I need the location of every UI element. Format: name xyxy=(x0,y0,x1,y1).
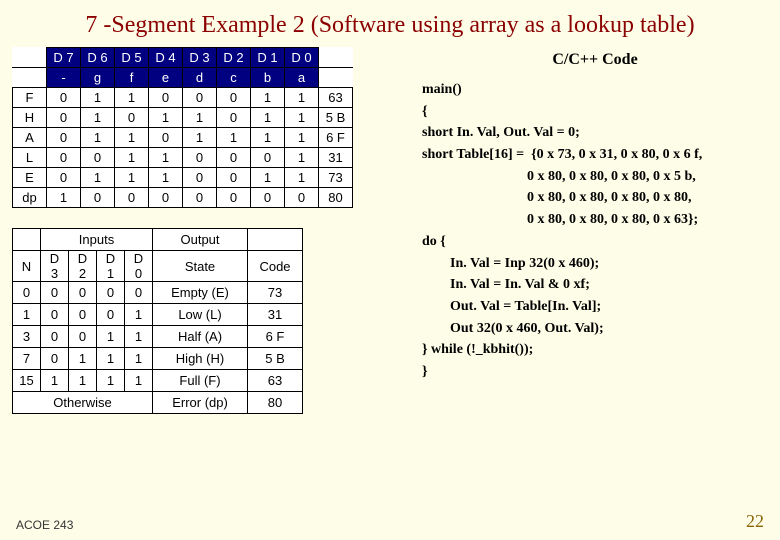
content-area: D 7 D 6 D 5 D 4 D 3 D 2 D 1 D 0 - g f e … xyxy=(0,47,780,414)
cell: d xyxy=(183,68,217,88)
cell: D 0 xyxy=(285,48,319,68)
cell: D 3 xyxy=(183,48,217,68)
right-column: C/C++ Code main() { short In. Val, Out. … xyxy=(412,47,768,414)
cell: D 6 xyxy=(81,48,115,68)
cell xyxy=(319,48,353,68)
left-column: D 7 D 6 D 5 D 4 D 3 D 2 D 1 D 0 - g f e … xyxy=(12,47,412,414)
table-row: Otherwise Error (dp) 80 xyxy=(13,392,303,414)
cell: D 2 xyxy=(217,48,251,68)
cell: a xyxy=(285,68,319,88)
table-header-row: N D 3 D 2 D 1 D 0 State Code xyxy=(13,251,303,282)
table-row: 00000Empty (E)73 xyxy=(13,282,303,304)
code-block: main() { short In. Val, Out. Val = 0; sh… xyxy=(422,79,768,383)
table-row: E0111001173 xyxy=(13,168,353,188)
cell xyxy=(13,48,47,68)
table-row: H010110115 B xyxy=(13,108,353,128)
table-row: 30011Half (A)6 F xyxy=(13,326,303,348)
cell: - xyxy=(47,68,81,88)
cell: b xyxy=(251,68,285,88)
inputs-header: Inputs xyxy=(41,229,153,251)
cell: D 5 xyxy=(115,48,149,68)
table-header-row: Inputs Output xyxy=(13,229,303,251)
cell: f xyxy=(115,68,149,88)
slide-title: 7 -Segment Example 2 (Software using arr… xyxy=(0,0,780,47)
otherwise-label: Otherwise xyxy=(13,392,153,414)
footer-page-number: 22 xyxy=(746,511,764,532)
io-state-table: Inputs Output N D 3 D 2 D 1 D 0 State Co… xyxy=(12,228,303,414)
cell: D 7 xyxy=(47,48,81,68)
footer-course-code: ACOE 243 xyxy=(16,518,73,532)
code-title: C/C++ Code xyxy=(422,47,768,79)
cell: c xyxy=(217,68,251,88)
cell: D 4 xyxy=(149,48,183,68)
table-row: L0011000131 xyxy=(13,148,353,168)
cell: e xyxy=(149,68,183,88)
cell xyxy=(13,68,47,88)
table-header-row: - g f e d c b a xyxy=(13,68,353,88)
table-row: F0110001163 xyxy=(13,88,353,108)
table-row: 151111Full (F)63 xyxy=(13,370,303,392)
table-row: 10001Low (L)31 xyxy=(13,304,303,326)
output-header: Output xyxy=(153,229,248,251)
table-row: dp1000000080 xyxy=(13,188,353,208)
segment-lookup-table: D 7 D 6 D 5 D 4 D 3 D 2 D 1 D 0 - g f e … xyxy=(12,47,353,208)
cell: D 1 xyxy=(251,48,285,68)
cell: g xyxy=(81,68,115,88)
table-row: 70111High (H)5 B xyxy=(13,348,303,370)
table-header-row: D 7 D 6 D 5 D 4 D 3 D 2 D 1 D 0 xyxy=(13,48,353,68)
cell xyxy=(319,68,353,88)
table-row: A011011116 F xyxy=(13,128,353,148)
